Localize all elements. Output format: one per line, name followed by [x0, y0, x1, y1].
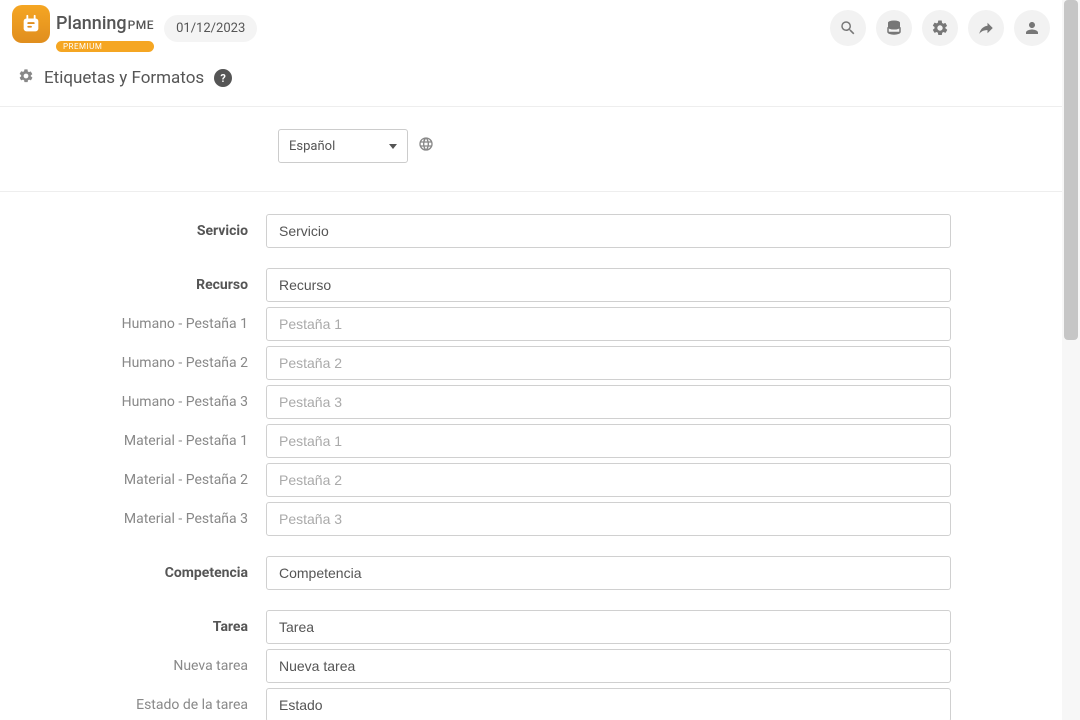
- input-material2[interactable]: [266, 463, 951, 497]
- app-logo-text: PlanningPME: [56, 13, 154, 34]
- input-estadotarea[interactable]: [266, 688, 951, 720]
- label-material1: Material - Pestaña 1: [0, 433, 248, 449]
- label-nuevatarea: Nueva tarea: [0, 658, 248, 674]
- search-icon[interactable]: [830, 10, 866, 46]
- input-material3[interactable]: [266, 502, 951, 536]
- input-competencia[interactable]: [266, 556, 951, 590]
- label-humano2: Humano - Pestaña 2: [0, 355, 248, 371]
- input-humano3[interactable]: [266, 385, 951, 419]
- label-competencia: Competencia: [0, 565, 248, 581]
- label-humano1: Humano - Pestaña 1: [0, 316, 248, 332]
- input-nuevatarea[interactable]: [266, 649, 951, 683]
- input-humano2[interactable]: [266, 346, 951, 380]
- label-tarea: Tarea: [0, 619, 248, 635]
- input-material1[interactable]: [266, 424, 951, 458]
- date-display[interactable]: 01/12/2023: [164, 15, 257, 42]
- label-humano3: Humano - Pestaña 3: [0, 394, 248, 410]
- input-recurso[interactable]: [266, 268, 951, 302]
- label-estadotarea: Estado de la tarea: [0, 697, 248, 713]
- section-header: Etiquetas y Formatos ?: [0, 56, 1062, 107]
- share-icon[interactable]: [968, 10, 1004, 46]
- app-logo-icon: [12, 5, 50, 43]
- scrollbar[interactable]: ▴: [1062, 0, 1080, 720]
- gear-icon[interactable]: [922, 10, 958, 46]
- label-recurso: Recurso: [0, 277, 248, 293]
- language-select-value: Español: [289, 139, 335, 154]
- premium-badge: PREMIUM: [56, 41, 154, 52]
- globe-icon[interactable]: [418, 136, 434, 156]
- label-material3: Material - Pestaña 3: [0, 511, 248, 527]
- page-title: Etiquetas y Formatos: [44, 68, 204, 88]
- input-tarea[interactable]: [266, 610, 951, 644]
- language-select[interactable]: Español: [278, 129, 408, 163]
- help-icon[interactable]: ?: [214, 69, 232, 87]
- chevron-down-icon: [389, 144, 397, 149]
- label-material2: Material - Pestaña 2: [0, 472, 248, 488]
- label-servicio: Servicio: [0, 223, 248, 239]
- database-icon[interactable]: [876, 10, 912, 46]
- topbar: PlanningPME PREMIUM 01/12/2023: [0, 0, 1062, 56]
- input-servicio[interactable]: [266, 214, 951, 248]
- settings-section-icon: [18, 68, 34, 88]
- scrollbar-thumb[interactable]: [1064, 0, 1078, 340]
- user-icon[interactable]: [1014, 10, 1050, 46]
- input-humano1[interactable]: [266, 307, 951, 341]
